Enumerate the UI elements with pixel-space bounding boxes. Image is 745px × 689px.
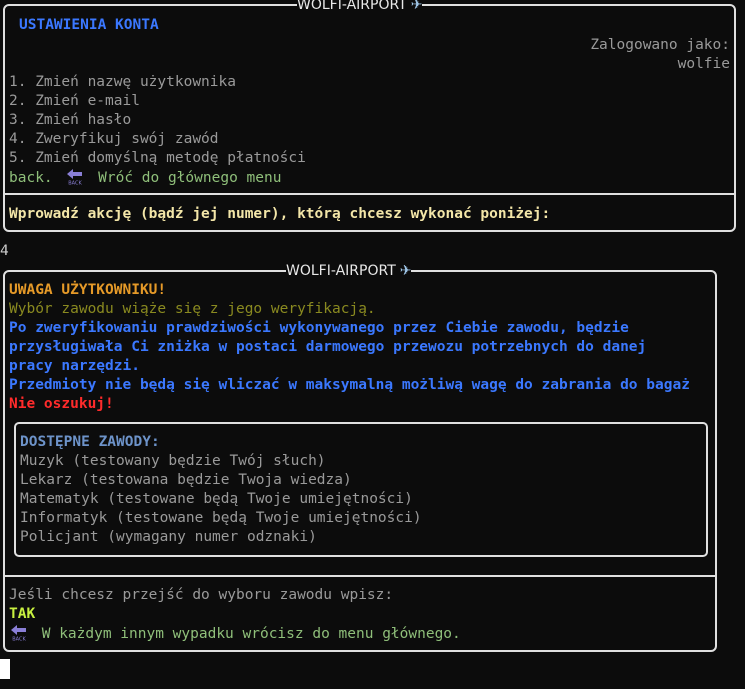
info-line: przysługiwała Ci zniżka w postaci darmow… — [9, 339, 647, 355]
profession-item-police-officer: Policjant (wymagany numer odznaki) — [20, 529, 317, 545]
info-line: pracy narzędzi. — [9, 358, 140, 374]
back-menu-item[interactable]: back. BACK Wróć do głównego menu — [9, 168, 281, 188]
username: wolfie — [677, 56, 730, 72]
warning-subtitle: Wybór zawodu wiąże się z jego weryfikacj… — [9, 301, 376, 317]
profession-item-mathematician: Matematyk (testowane będą Twoje umiejętn… — [20, 491, 413, 507]
back-arrow-icon: BACK — [11, 625, 26, 642]
professions-heading: DOSTĘPNE ZAWODY: — [20, 434, 160, 450]
profession-item-musician: Muzyk (testowany będzie Twój słuch) — [20, 453, 326, 469]
menu-item-change-username[interactable]: 1. Zmień nazwę użytkownika — [9, 73, 236, 92]
airplane-icon: ✈ — [399, 263, 412, 279]
otherwise-text: W każdym innym wypadku wrócisz do menu g… — [41, 626, 461, 642]
user-input-value: 4 — [0, 243, 9, 259]
info-line: Przedmioty nie będą się wliczać w maksym… — [9, 377, 690, 393]
professions-box: DOSTĘPNE ZAWODY: Muzyk (testowany będzie… — [14, 422, 708, 557]
panel-title: WOLFI-AIRPORT ✈ — [286, 262, 412, 280]
menu-item-change-payment[interactable]: 5. Zmień domyślną metodę płatności — [9, 149, 306, 168]
choose-keyword: TAK — [9, 606, 36, 622]
panel-title: WOLFI-AIRPORT ✈ — [297, 0, 423, 14]
menu-item-change-password[interactable]: 3. Zmień hasło — [9, 111, 131, 130]
panel-divider — [5, 193, 734, 195]
back-label: Wróć do głównego menu — [98, 170, 282, 186]
airplane-icon: ✈ — [410, 0, 423, 13]
back-arrow-icon: BACK — [67, 169, 83, 186]
profession-item-it-specialist: Informatyk (testowane będą Twoje umiejęt… — [20, 510, 422, 526]
action-prompt: Wprowadź akcję (bądź jej numer), którą c… — [9, 206, 551, 222]
no-cheat-warning: Nie oszukuj! — [9, 396, 114, 412]
panel-title-text: WOLFI-AIRPORT — [286, 263, 396, 279]
profession-item-doctor: Lekarz (testowana będzie Twoja wiedza) — [20, 472, 352, 488]
info-line: Po zweryfikowaniu prawdziwości wykonywan… — [9, 320, 629, 336]
choose-prompt: Jeśli chcesz przejść do wyboru zawodu wp… — [9, 587, 394, 603]
logged-in-label: Zalogowano jako: — [590, 37, 730, 53]
svg-text:BACK: BACK — [69, 181, 83, 186]
menu-item-change-email[interactable]: 2. Zmień e-mail — [9, 92, 140, 111]
panel-title-text: WOLFI-AIRPORT — [297, 0, 407, 13]
page-title: USTAWIENIA KONTA — [19, 17, 159, 33]
panel-divider — [5, 575, 715, 577]
profession-verification-panel: WOLFI-AIRPORT ✈ UWAGA UŻYTKOWNIKU! Wybór … — [3, 262, 717, 652]
terminal-cursor[interactable] — [0, 659, 10, 679]
account-settings-panel: WOLFI-AIRPORT ✈ USTAWIENIA KONTA Zalogowa… — [3, 0, 736, 232]
menu-item-verify-profession[interactable]: 4. Zweryfikuj swój zawód — [9, 130, 219, 149]
warning-title: UWAGA UŻYTKOWNIKU! — [9, 282, 167, 298]
otherwise-note: BACK W każdym innym wypadku wrócisz do m… — [9, 624, 461, 644]
back-prefix: back. — [9, 170, 53, 186]
svg-text:BACK: BACK — [12, 637, 26, 642]
